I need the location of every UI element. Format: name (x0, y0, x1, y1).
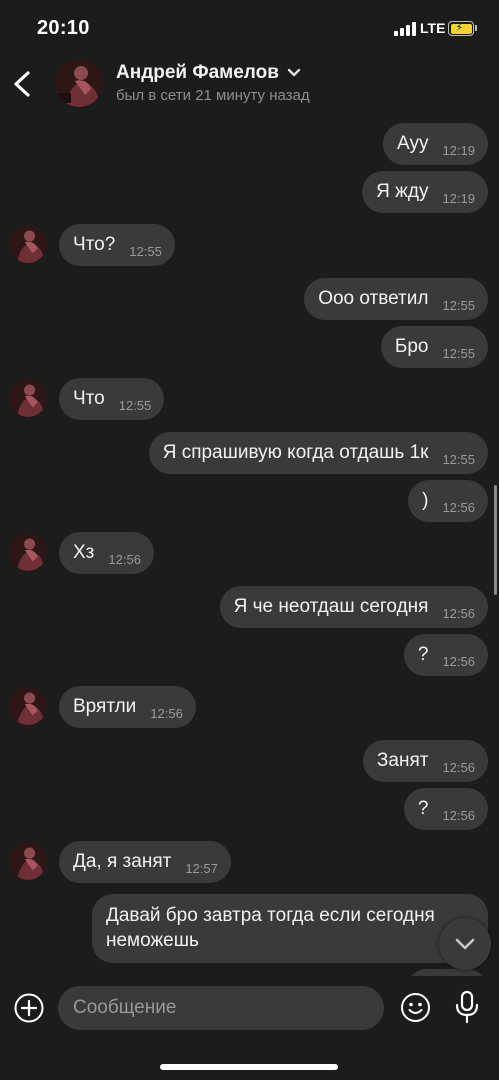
message-text: Бро (394, 336, 429, 357)
sender-avatar[interactable] (9, 379, 47, 417)
avatar-photo (55, 59, 103, 107)
scroll-to-bottom-button[interactable] (439, 918, 491, 970)
outgoing-message[interactable]: Я че неотдаш сегодня 12:56 (219, 586, 488, 628)
message-time: 12:56 (150, 706, 183, 721)
message-time: 12:56 (442, 654, 475, 669)
contact-name: Андрей Фамелов (116, 62, 279, 83)
smiley-icon (401, 993, 430, 1022)
message-time: 12:55 (442, 298, 475, 313)
contact-avatar[interactable] (55, 59, 103, 107)
message-text: Я жду (376, 181, 429, 202)
message-text: Хз (73, 542, 95, 563)
message-time: 12:55 (442, 452, 475, 467)
avatar-photo (9, 379, 47, 417)
voice-record-button[interactable] (453, 989, 481, 1025)
message-time: 12:56 (442, 808, 475, 823)
outgoing-message[interactable]: Занят 12:56 (362, 740, 488, 782)
chevron-left-icon (14, 71, 30, 97)
message-time: 12:19 (442, 143, 475, 158)
incoming-message[interactable]: Хз 12:56 (59, 532, 154, 574)
outgoing-message[interactable]: Бро 12:55 (380, 326, 488, 368)
incoming-message[interactable]: Врятли 12:56 (59, 686, 196, 728)
outgoing-message[interactable]: Я спрашивую когда отдашь 1к 12:55 (148, 432, 488, 474)
chevron-down-icon (287, 68, 301, 77)
message-text: Ауу (396, 133, 429, 154)
avatar-photo (9, 842, 47, 880)
contact-name-menu[interactable]: Андрей Фамелов (116, 62, 301, 84)
outgoing-message[interactable]: ? 12:56 (403, 634, 488, 676)
message-input[interactable] (58, 986, 384, 1030)
sticker-button[interactable] (400, 992, 431, 1023)
message-text: ? (417, 798, 429, 819)
message-list[interactable]: Ауу 12:19 Я жду 12:19 Что? 12:55 Ооо отв… (0, 114, 499, 976)
scroll-indicator (494, 485, 497, 595)
outgoing-message[interactable]: ) 12:56 (408, 480, 488, 522)
outgoing-message[interactable]: Ооо ответил 12:55 (304, 278, 488, 320)
outgoing-message[interactable]: ? 12:56 (403, 788, 488, 830)
message-text: Врятли (73, 696, 137, 717)
message-time: 12:56 (442, 760, 475, 775)
composer-bar (0, 976, 499, 1080)
message-time: 12:55 (118, 398, 152, 413)
status-time: 20:10 (37, 17, 90, 39)
outgoing-message[interactable]: Давай бро завтра тогда если сегодня немо… (92, 894, 488, 963)
chevron-down-icon (455, 938, 475, 950)
microphone-icon (455, 990, 479, 1024)
message-text: Я спрашивую когда отдашь 1к (162, 442, 429, 463)
message-time: 12:56 (108, 552, 141, 567)
message-text: ? (417, 644, 429, 665)
battery-cap (475, 25, 477, 31)
message-time: 12:19 (442, 191, 475, 206)
signal-icon (394, 22, 416, 36)
sender-avatar[interactable] (9, 687, 47, 725)
message-text: Ооо ответил (318, 288, 429, 309)
outgoing-message-partial[interactable] (406, 969, 488, 976)
message-text: Давай бро завтра тогда если сегодня немо… (106, 905, 435, 951)
battery-icon (448, 21, 474, 36)
sender-avatar[interactable] (9, 533, 47, 571)
message-text: Занят (376, 750, 429, 771)
message-time: 12:55 (442, 346, 475, 361)
message-text: Я че неотдаш сегодня (233, 596, 429, 617)
message-time: 12:55 (129, 244, 162, 259)
sender-avatar[interactable] (9, 225, 47, 263)
message-text: Что (73, 388, 105, 409)
home-indicator (160, 1064, 338, 1070)
avatar-photo (9, 533, 47, 571)
message-text: Да, я занят (73, 851, 172, 872)
avatar-photo (9, 225, 47, 263)
incoming-message[interactable]: Что 12:55 (59, 378, 165, 420)
plus-circle-icon (14, 993, 44, 1023)
sender-avatar[interactable] (9, 842, 47, 880)
chat-screen: 20:10 LTE Анд (0, 0, 499, 1080)
message-text: Что? (73, 234, 116, 255)
message-text: ) (422, 490, 429, 511)
status-bar: 20:10 LTE (0, 0, 499, 58)
network-type: LTE (420, 20, 446, 36)
battery-level (450, 21, 472, 34)
chat-header: Андрей Фамелов был в сети 21 минуту наза… (0, 58, 499, 114)
outgoing-message[interactable]: Я жду 12:19 (362, 171, 488, 213)
incoming-message[interactable]: Что? 12:55 (59, 224, 175, 266)
message-time: 12:56 (442, 500, 475, 515)
incoming-message[interactable]: Да, я занят 12:57 (59, 841, 231, 883)
back-button[interactable] (8, 64, 38, 104)
outgoing-message[interactable]: Ауу 12:19 (382, 123, 488, 165)
last-seen-status: был в сети 21 минуту назад (116, 87, 310, 104)
avatar-photo (9, 687, 47, 725)
message-time: 12:57 (185, 861, 218, 876)
message-time: 12:56 (442, 606, 475, 621)
attach-button[interactable] (13, 992, 45, 1024)
